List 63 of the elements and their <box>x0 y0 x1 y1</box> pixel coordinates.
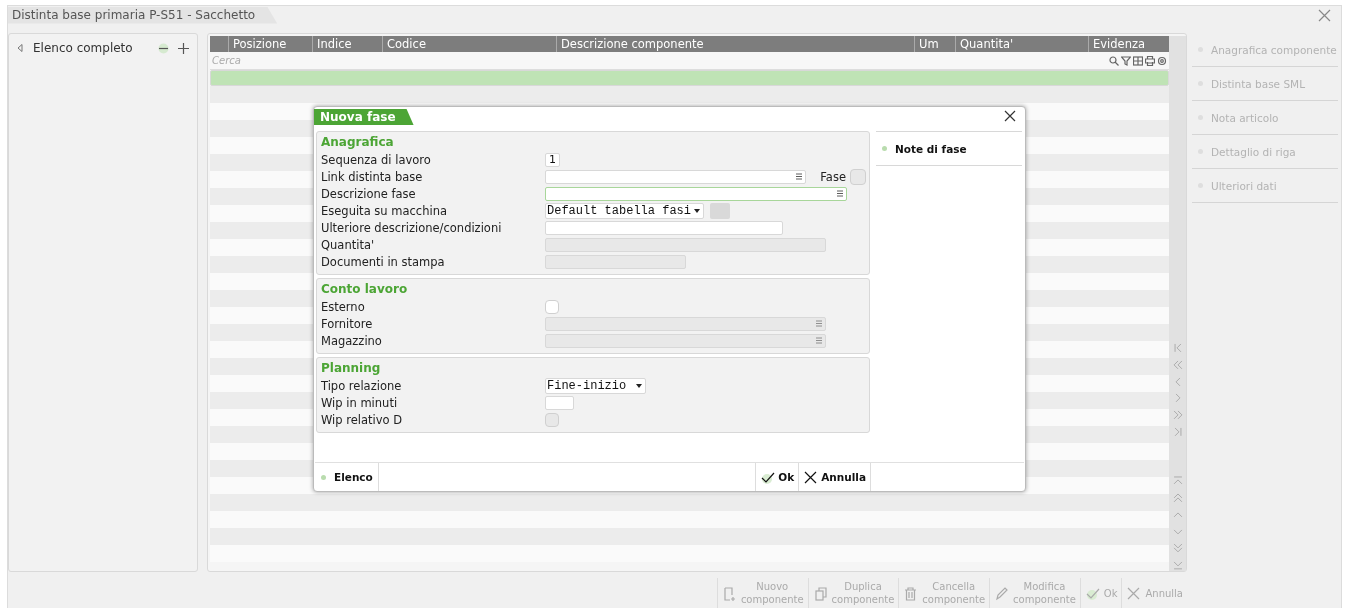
section-title: Conto lavoro <box>321 281 408 298</box>
print-icon[interactable] <box>1145 55 1155 66</box>
spreadsheet-icon[interactable] <box>1133 55 1143 66</box>
dialog-button[interactable]: Annulla <box>798 463 871 491</box>
input-field[interactable] <box>545 169 806 184</box>
field-label: Wip in minuti <box>321 395 399 410</box>
first-icon[interactable] <box>1171 342 1184 354</box>
section-title: Anagrafica <box>321 134 394 151</box>
input-field[interactable] <box>545 395 574 410</box>
field-label: Sequenza di lavoro <box>321 152 432 167</box>
search-icon[interactable] <box>1109 55 1119 66</box>
dialog-button[interactable]: Ok <box>755 463 799 491</box>
caret-icon <box>694 208 701 213</box>
field-label: Ulteriore descrizione/condizioni <box>321 220 503 235</box>
page-up-icon[interactable] <box>1171 492 1184 504</box>
table-row[interactable] <box>210 86 1169 103</box>
collapse-all-icon[interactable] <box>158 42 169 54</box>
field-label: Fase <box>820 169 846 184</box>
checkbox[interactable] <box>545 299 559 314</box>
input-field[interactable]: 1 <box>545 152 560 167</box>
filter-icon[interactable] <box>1121 55 1131 66</box>
collapse-arrow-icon[interactable] <box>17 44 23 52</box>
pencil-icon <box>994 585 1010 601</box>
close-icon <box>1126 585 1142 601</box>
page-down-icon[interactable] <box>1171 542 1184 555</box>
fast-forward-icon[interactable] <box>1171 409 1184 421</box>
caret-icon <box>636 383 643 388</box>
field-label: Fornitore <box>321 316 374 331</box>
field-label: Link distinta base <box>321 169 424 184</box>
search-field[interactable]: Cerca <box>210 53 1109 68</box>
trash-icon <box>903 585 919 601</box>
table-row[interactable] <box>210 545 1169 562</box>
input-field[interactable] <box>545 220 783 235</box>
table-row[interactable] <box>210 528 1169 545</box>
dropdown[interactable]: Fine-inizio <box>545 377 647 394</box>
panel-title[interactable]: Elenco completo <box>33 41 149 55</box>
list-icon[interactable] <box>837 190 843 197</box>
new-document-icon <box>721 585 737 601</box>
footer-link[interactable]: Elenco <box>315 463 379 491</box>
dropdown[interactable]: Default tabella fasi <box>545 202 705 219</box>
close-icon[interactable] <box>1004 110 1016 122</box>
settings-icon[interactable] <box>1157 55 1167 66</box>
input-field[interactable] <box>545 186 847 201</box>
field-label: Descrizione fase <box>321 186 417 201</box>
expand-all-icon[interactable] <box>178 42 189 54</box>
field-label: Wip relativo D <box>321 412 404 427</box>
table-row[interactable] <box>210 494 1169 511</box>
bottom-icon[interactable] <box>1171 559 1184 572</box>
field-label: Documenti in stampa <box>321 254 446 269</box>
field-label: Esterno <box>321 299 366 314</box>
list-icon[interactable] <box>796 173 802 180</box>
window-title: Distinta base primaria P-S51 - Sacchetto <box>8 6 278 24</box>
field-label: Magazzino <box>321 333 383 348</box>
section-title: Planning <box>321 360 381 377</box>
copy-icon <box>812 585 828 601</box>
dialog-title: Nuova fase <box>314 109 414 125</box>
field-label: Quantita' <box>321 237 376 252</box>
fast-back-icon[interactable] <box>1171 358 1184 371</box>
close-icon <box>803 469 819 485</box>
field-label: Tipo relazione <box>321 378 403 393</box>
side-link[interactable]: Note di fase <box>876 131 1022 166</box>
field-label: Eseguita su macchina <box>321 203 448 218</box>
table-row[interactable] <box>210 511 1169 528</box>
